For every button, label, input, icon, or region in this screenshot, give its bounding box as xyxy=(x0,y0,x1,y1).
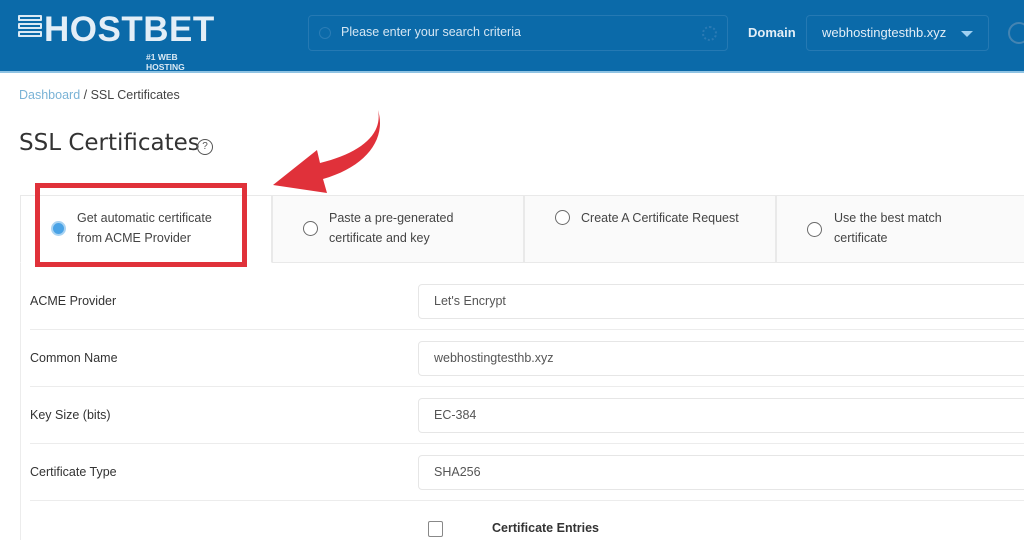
server-icon xyxy=(18,15,42,43)
form-row-common-name: Common Name webhostingtesthb.xyz xyxy=(30,330,1024,387)
form-row-certificate-type: Certificate Type SHA256 xyxy=(30,444,1024,501)
tab-create-request-label: Create A Certificate Request xyxy=(581,208,739,228)
tab-best-match-label: Use the best match certificate xyxy=(834,208,942,248)
tab-label-line: Use the best match xyxy=(834,211,942,225)
page-title: SSL Certificates xyxy=(19,130,200,156)
domain-select[interactable]: webhostingtesthb.xyz xyxy=(806,15,989,51)
tab-label-line: Paste a pre-generated xyxy=(329,211,454,225)
breadcrumb-separator: / xyxy=(80,88,91,102)
domain-label: Domain xyxy=(748,25,796,40)
radio-best-match[interactable] xyxy=(807,222,822,237)
search-icon xyxy=(319,27,331,39)
search-placeholder: Please enter your search criteria xyxy=(341,25,521,39)
form-row-key-size: Key Size (bits) EC-384 xyxy=(30,387,1024,444)
tab-best-match[interactable]: Use the best match certificate xyxy=(776,195,1024,263)
support-icon[interactable] xyxy=(1008,22,1024,44)
help-icon[interactable]: ? xyxy=(197,139,213,155)
acme-provider-label: ACME Provider xyxy=(30,294,117,308)
search-input[interactable]: Please enter your search criteria xyxy=(308,15,728,51)
key-size-label: Key Size (bits) xyxy=(30,408,111,422)
annotation-arrow-icon xyxy=(273,110,380,193)
breadcrumb-current: SSL Certificates xyxy=(90,88,180,102)
key-size-select[interactable]: EC-384 xyxy=(418,398,1024,433)
logo[interactable]: HOSTBET #1 WEB HOSTING xyxy=(18,10,218,72)
acme-provider-select[interactable]: Let's Encrypt xyxy=(418,284,1024,319)
tab-label-line: certificate xyxy=(834,231,888,245)
tab-paste[interactable]: Paste a pre-generated certificate and ke… xyxy=(272,195,524,263)
tab-label-line: Create A Certificate Request xyxy=(581,211,739,225)
common-name-select[interactable]: webhostingtesthb.xyz xyxy=(418,341,1024,376)
search-settings-icon[interactable] xyxy=(702,26,717,41)
breadcrumb-dashboard-link[interactable]: Dashboard xyxy=(19,88,80,102)
logo-text: HOSTBET xyxy=(44,10,215,49)
domain-value: webhostingtesthb.xyz xyxy=(822,25,947,40)
chevron-down-icon xyxy=(961,31,973,37)
logo-tagline: #1 WEB HOSTING xyxy=(146,52,185,72)
common-name-label: Common Name xyxy=(30,351,118,365)
annotation-highlight-box xyxy=(35,183,247,267)
certificate-type-label: Certificate Type xyxy=(30,465,117,479)
tab-create-request[interactable]: Create A Certificate Request xyxy=(524,195,776,263)
tab-label-line: certificate and key xyxy=(329,231,430,245)
certificate-entries-header: Certificate Entries xyxy=(492,521,599,535)
certificate-type-select[interactable]: SHA256 xyxy=(418,455,1024,490)
certificate-entries-checkbox[interactable] xyxy=(428,521,443,537)
top-header: HOSTBET #1 WEB HOSTING Please enter your… xyxy=(0,0,1024,73)
form-row-acme-provider: ACME Provider Let's Encrypt xyxy=(30,273,1024,330)
breadcrumb: Dashboard / SSL Certificates xyxy=(19,88,180,102)
tab-paste-label: Paste a pre-generated certificate and ke… xyxy=(329,208,453,248)
radio-create-request[interactable] xyxy=(555,210,570,225)
radio-paste[interactable] xyxy=(303,221,318,236)
